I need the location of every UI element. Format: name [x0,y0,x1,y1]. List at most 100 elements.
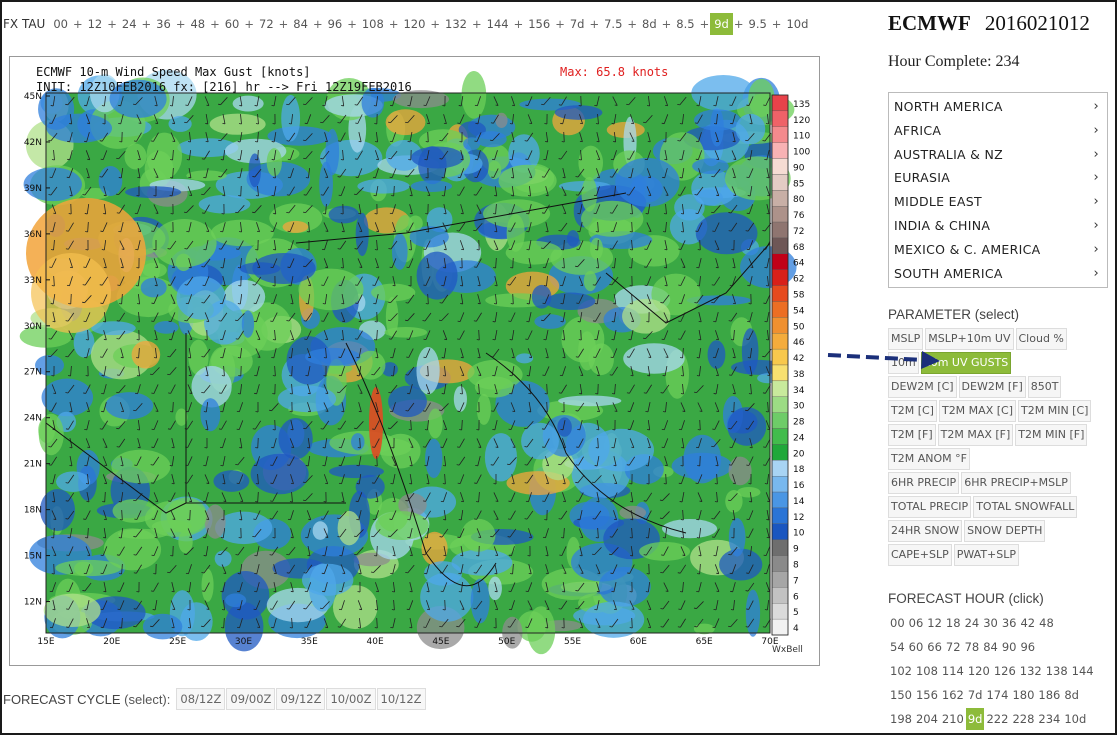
parameter-button[interactable]: T2M ANOM °F [888,448,970,470]
forecast-hour-item[interactable]: 234 [1036,708,1062,730]
forecast-hour-item[interactable]: 7d [966,684,985,706]
parameter-button[interactable]: TOTAL SNOWFALL [973,496,1078,518]
fx-tau-step-156[interactable]: 156 [524,13,554,35]
fx-tau-step-10d[interactable]: 10d [782,13,812,35]
region-item[interactable]: EURASIA › [889,166,1107,190]
fx-tau-step-60[interactable]: 60 [221,13,244,35]
forecast-hour-item[interactable]: 120 [966,660,992,682]
forecast-hour-item[interactable]: 222 [984,708,1010,730]
forecast-hour-item[interactable]: 138 [1044,660,1070,682]
parameter-button[interactable]: 6HR PRECIP [888,472,960,494]
region-item[interactable]: MIDDLE EAST › [889,190,1107,214]
parameter-button[interactable]: T2M MAX [C] [938,400,1016,422]
parameter-button[interactable]: T2M [C] [888,400,937,422]
forecast-hour-item[interactable]: 114 [940,660,966,682]
colorbar-label: 46 [793,338,805,348]
forecast-hour-item[interactable]: 204 [914,708,940,730]
fx-tau-step-12[interactable]: 12 [84,13,107,35]
parameter-button[interactable]: T2M [F] [888,424,936,446]
parameter-button[interactable]: TOTAL PRECIP [888,496,972,518]
forecast-hour-item[interactable]: 36 [1000,612,1019,634]
parameter-button[interactable]: 6HR PRECIP+MSLP [961,472,1071,494]
parameter-button[interactable]: T2M MIN [C] [1018,400,1092,422]
forecast-hour-item[interactable]: 150 [888,684,914,706]
forecast-hour-item[interactable]: 72 [944,636,963,658]
region-item[interactable]: NORTH AMERICA › [889,95,1107,119]
cycle-button[interactable]: 10/00Z [326,688,376,710]
forecast-hour-item[interactable]: 126 [992,660,1018,682]
parameter-button[interactable]: 850T [1027,376,1062,398]
fx-tau-step-8d[interactable]: 8d [638,13,661,35]
fx-tau-step-8.5[interactable]: 8.5 [672,13,698,35]
forecast-hour-item[interactable]: 210 [940,708,966,730]
region-item[interactable]: SOUTH AMERICA › [889,262,1107,286]
forecast-hour-item[interactable]: 180 [1010,684,1036,706]
forecast-hour-item[interactable]: 186 [1036,684,1062,706]
forecast-hour-item[interactable]: 66 [925,636,944,658]
forecast-hour-item[interactable]: 90 [1000,636,1019,658]
forecast-hour-item[interactable]: 10d [1062,708,1088,730]
cycle-button[interactable]: 08/12Z [176,688,226,710]
colorbar-label: 12 [793,513,804,523]
forecast-hour-item[interactable]: 48 [1037,612,1056,634]
fx-tau-step-9d[interactable]: 9d [710,13,733,35]
cycle-button[interactable]: 09/12Z [276,688,326,710]
forecast-hour-item[interactable]: 174 [984,684,1010,706]
forecast-hour-item[interactable]: 102 [888,660,914,682]
region-item[interactable]: INDIA & CHINA › [889,214,1107,238]
forecast-hour-item[interactable]: 00 [888,612,907,634]
forecast-hour-item[interactable]: 8d [1062,684,1081,706]
fx-tau-step-120[interactable]: 120 [399,13,429,35]
forecast-hour-item[interactable]: 144 [1070,660,1096,682]
region-item[interactable]: AFRICA › [889,119,1107,143]
forecast-hour-item[interactable]: 84 [981,636,1000,658]
forecast-hour-item[interactable]: 132 [1018,660,1044,682]
fx-tau-step-48[interactable]: 48 [186,13,209,35]
forecast-hour-item[interactable]: 06 [907,612,926,634]
fx-tau-step-144[interactable]: 144 [483,13,513,35]
parameter-button[interactable]: 24HR SNOW [888,520,963,542]
region-item[interactable]: AUSTRALIA & NZ › [889,143,1107,167]
fx-tau-step-72[interactable]: 72 [255,13,278,35]
fx-tau-step-24[interactable]: 24 [118,13,141,35]
forecast-hour-item[interactable]: 30 [981,612,1000,634]
colorbar-label: 64 [793,259,805,269]
colorbar-swatch [771,428,789,445]
forecast-hour-item[interactable]: 18 [944,612,963,634]
parameter-button[interactable]: SNOW DEPTH [964,520,1046,542]
forecast-hour-item[interactable]: 9d [965,708,985,730]
forecast-hour-item[interactable]: 162 [940,684,966,706]
parameter-button[interactable]: PWAT+SLP [953,544,1020,566]
parameter-button[interactable]: Cloud % [1015,328,1067,350]
region-menu: NORTH AMERICA › AFRICA › AUSTRALIA & NZ › EURA… [888,92,1108,289]
region-item[interactable]: MEXICO & C. AMERICA › [889,238,1107,262]
fx-tau-step-108[interactable]: 108 [358,13,388,35]
fx-tau-step-84[interactable]: 84 [289,13,312,35]
forecast-hour-item[interactable]: 108 [914,660,940,682]
parameter-button[interactable]: DEW2M [F] [958,376,1026,398]
forecast-hour-item[interactable]: 60 [907,636,926,658]
forecast-hour-item[interactable]: 156 [914,684,940,706]
fx-tau-step-36[interactable]: 36 [152,13,175,35]
fx-tau-step-00[interactable]: 00 [49,13,72,35]
forecast-hour-item[interactable]: 12 [925,612,944,634]
forecast-hour-item[interactable]: 96 [1018,636,1037,658]
parameter-button[interactable]: DEW2M [C] [888,376,957,398]
fx-tau-step-7d[interactable]: 7d [566,13,589,35]
forecast-hour-row: 54 60 66 72 78 84 90 96 [888,636,1116,660]
parameter-button[interactable]: T2M MIN [F] [1015,424,1088,446]
fx-tau-step-7.5[interactable]: 7.5 [600,13,626,35]
forecast-hour-item[interactable]: 42 [1018,612,1037,634]
parameter-button[interactable]: CAPE+SLP [888,544,952,566]
cycle-button[interactable]: 09/00Z [226,688,276,710]
forecast-hour-item[interactable]: 78 [963,636,982,658]
parameter-button[interactable]: T2M MAX [F] [937,424,1014,446]
fx-tau-step-9.5[interactable]: 9.5 [745,13,771,35]
fx-tau-step-132[interactable]: 132 [441,13,471,35]
forecast-hour-item[interactable]: 198 [888,708,914,730]
forecast-hour-item[interactable]: 54 [888,636,907,658]
forecast-hour-item[interactable]: 24 [963,612,982,634]
fx-tau-step-96[interactable]: 96 [324,13,347,35]
forecast-hour-item[interactable]: 228 [1010,708,1036,730]
cycle-button[interactable]: 10/12Z [376,688,426,710]
